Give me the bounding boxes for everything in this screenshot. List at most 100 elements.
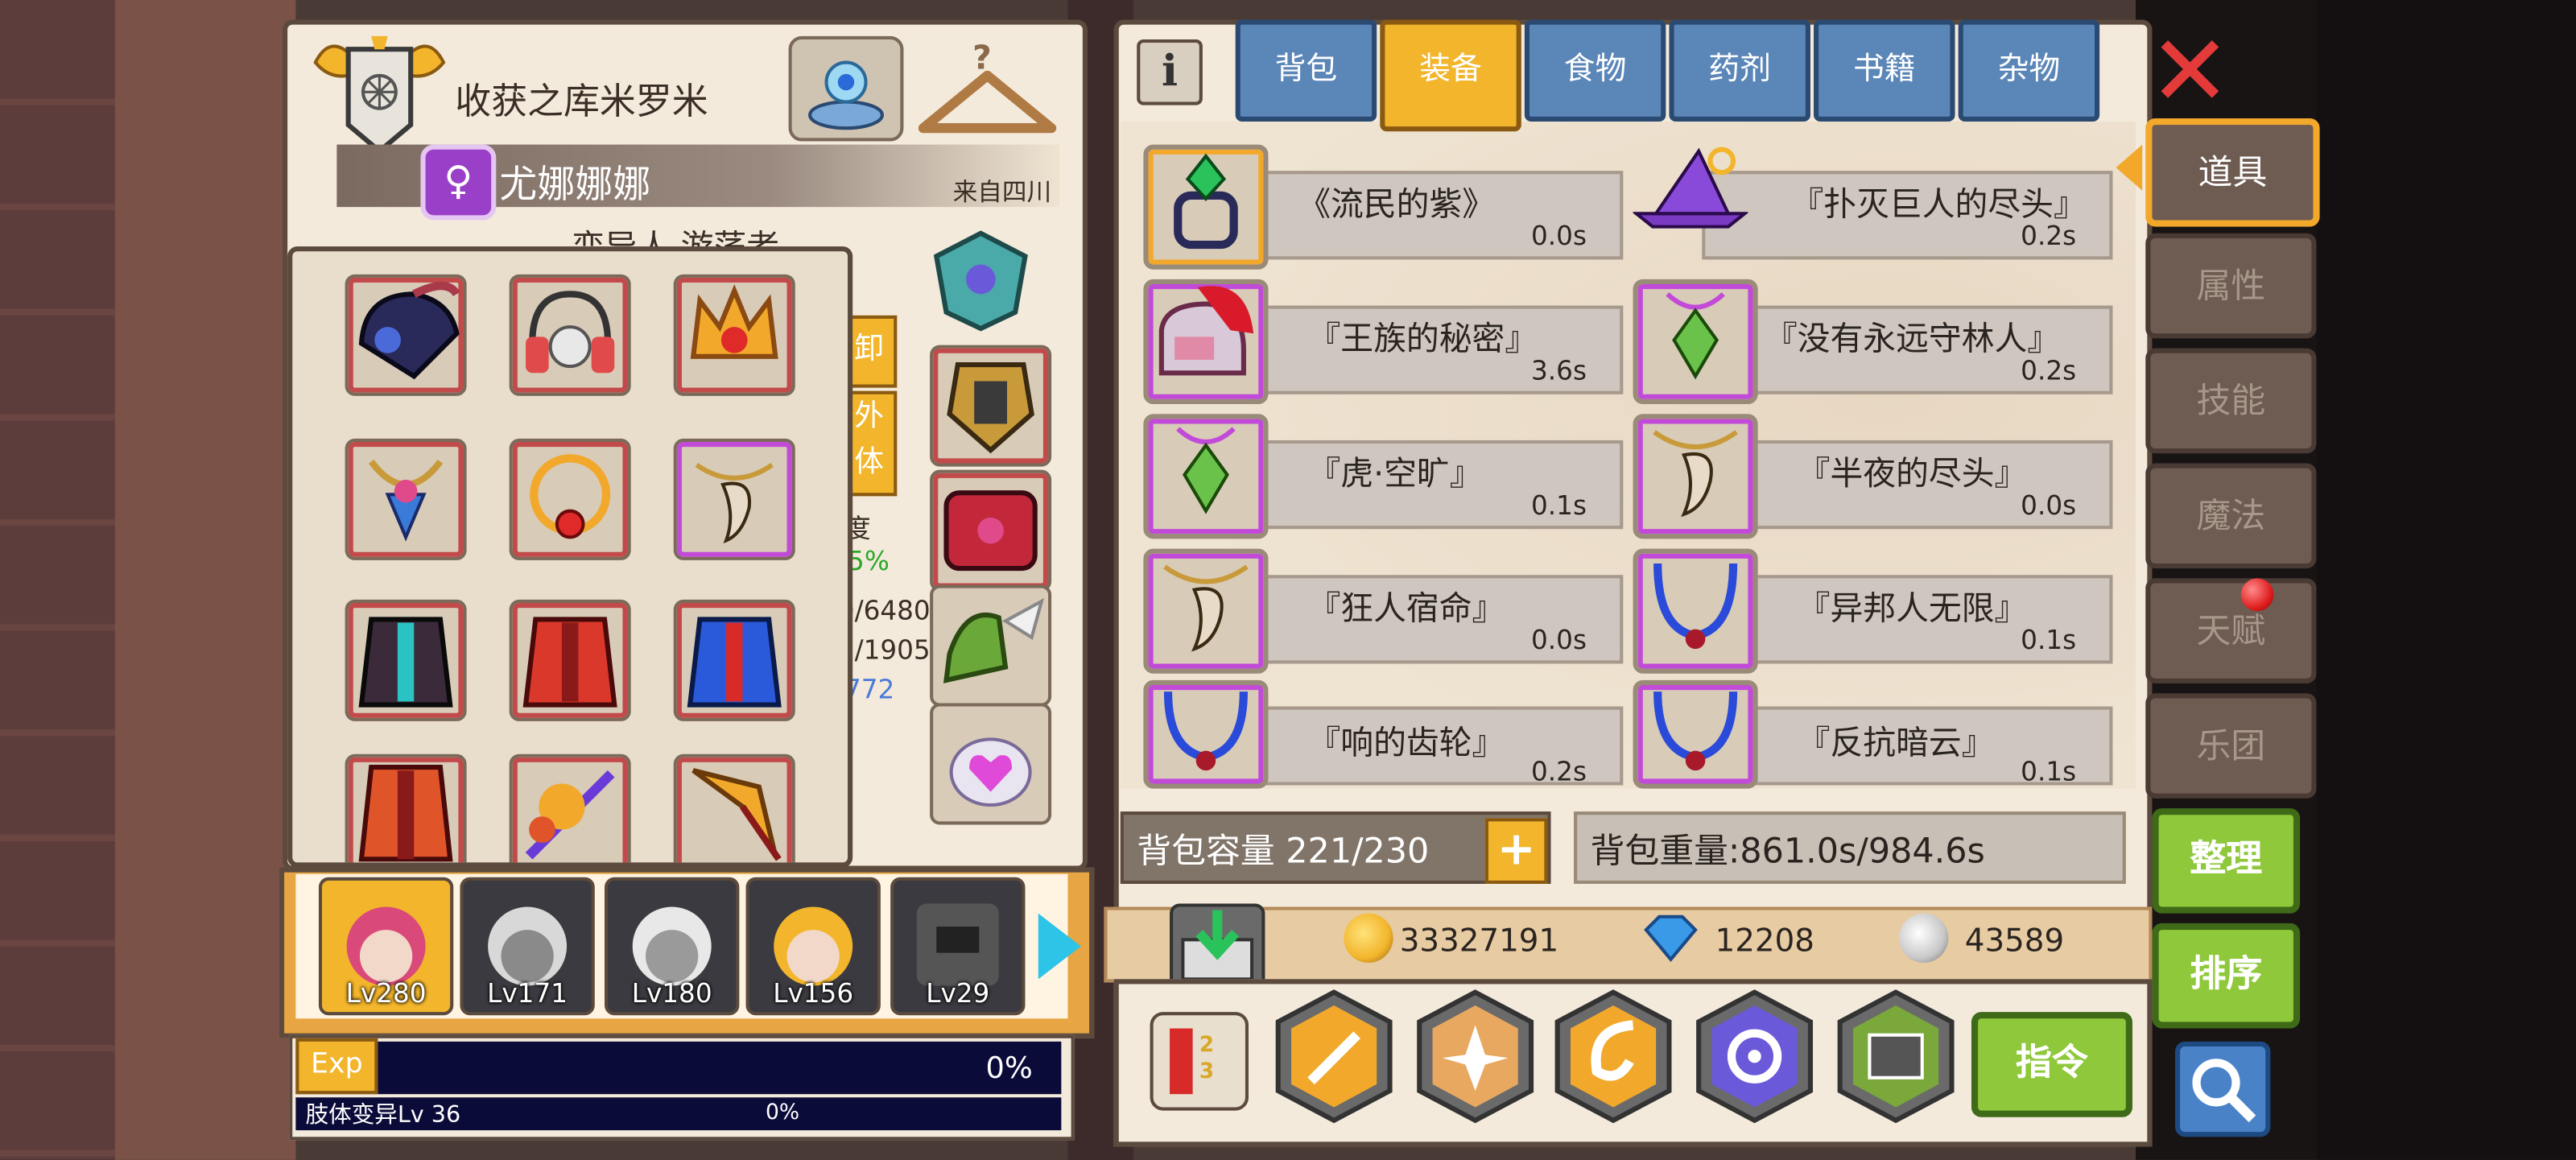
member-level: Lv280	[345, 977, 427, 1009]
item-time: 0.2s	[2021, 220, 2077, 252]
red-cloak-icon	[522, 617, 617, 708]
search-icon[interactable]	[2175, 1041, 2271, 1137]
game-screen: 收获之库米罗米 ? ♀ 尤娜娜娜 来自四川 变异人 游荡者 卸 外 体 度 5%…	[0, 0, 2576, 1160]
heart-bunny-icon	[949, 737, 1032, 807]
gold-armor-icon	[947, 361, 1034, 454]
item-name: 『反抗暗云』	[1797, 722, 1995, 762]
item-time: 0.2s	[2021, 354, 2077, 386]
mutation-label: 肢体变异Lv 36	[305, 1102, 461, 1129]
red-chest-icon	[943, 490, 1038, 572]
item-icon-fang-necklace	[1143, 548, 1269, 674]
side-tab-band[interactable]: 乐团	[2145, 693, 2317, 799]
shield-gem-icon	[933, 230, 1028, 332]
item-time: 0.1s	[2021, 755, 2077, 787]
item-icon-green-gem-ring	[1143, 144, 1269, 270]
item-time: 0.0s	[1531, 624, 1587, 656]
equip-slot-boots[interactable]	[930, 584, 1052, 707]
party-member-2[interactable]: Lv171	[460, 877, 595, 1016]
gold-coin-icon	[1344, 913, 1393, 963]
party-member-5[interactable]: Lv29	[890, 877, 1026, 1016]
item-name: 『狂人宿命』	[1307, 588, 1505, 628]
close-icon[interactable]: ✕	[2145, 23, 2234, 122]
item-name: 『扑灭巨人的尽头』	[1790, 184, 2087, 224]
sword-skill-icon[interactable]	[1272, 989, 1397, 1124]
blue-necklace-icon	[1653, 691, 1738, 771]
svg-text:2: 2	[1199, 1032, 1214, 1057]
item-icon-blue-necklace	[1633, 679, 1758, 789]
number-123-icon: 2 3	[1170, 1028, 1214, 1095]
equip-slot-staff[interactable]	[509, 753, 631, 863]
command-button[interactable]: 指令	[1971, 1012, 2132, 1117]
item-icon-wizard-hat	[1631, 145, 1750, 260]
item-time: 0.0s	[2021, 489, 2077, 521]
blue-cloak-icon	[687, 617, 782, 708]
party-member-3[interactable]: Lv180	[605, 877, 740, 1016]
side-tab-items[interactable]: 道具	[2145, 118, 2320, 227]
guild-name: 收获之库米罗米	[455, 80, 708, 122]
item-name: 『半夜的尽头』	[1797, 453, 2028, 493]
side-tab-skills[interactable]: 技能	[2145, 348, 2317, 454]
item-time: 0.2s	[1531, 755, 1587, 787]
item-icon-green-gem-amulet	[1633, 279, 1758, 405]
tab-food[interactable]: 食物	[1524, 19, 1666, 122]
diamond-icon	[1643, 914, 1699, 963]
equip-slot-crown[interactable]	[673, 274, 795, 396]
hook-skill-icon[interactable]	[1551, 989, 1676, 1124]
sort-button[interactable]: 排序	[2152, 923, 2301, 1029]
chest-skill-icon[interactable]	[1834, 989, 1959, 1124]
equip-slot-robe[interactable]	[345, 753, 467, 863]
party-member-4[interactable]: Lv156	[745, 877, 881, 1016]
quick-slot-number-button[interactable]: 2 3	[1150, 1012, 1249, 1111]
diamond-amount: 12208	[1715, 923, 1814, 960]
expand-capacity-button[interactable]: +	[1484, 818, 1548, 884]
tab-potion[interactable]: 药剂	[1669, 19, 1810, 122]
equip-slot-necklace-1[interactable]	[345, 438, 467, 560]
equip-slot-armor-gold[interactable]	[930, 345, 1052, 467]
shuriken-skill-icon[interactable]	[1413, 989, 1538, 1124]
deposit-button[interactable]	[1170, 903, 1265, 989]
equip-slot-helmet[interactable]	[345, 274, 467, 396]
equip-slot-cloak-red[interactable]	[509, 599, 631, 721]
gear-skill-icon[interactable]	[1692, 989, 1817, 1124]
hanger-icon[interactable]: ?	[914, 36, 1062, 142]
active-tab-pointer-icon	[2116, 144, 2143, 191]
side-tab-talent[interactable]: 天赋	[2145, 578, 2317, 683]
equip-slot-headphones[interactable]	[509, 274, 631, 396]
tab-misc[interactable]: 杂物	[1958, 19, 2100, 122]
flame-staff-icon	[525, 770, 615, 860]
side-tab-magic[interactable]: 魔法	[2145, 463, 2317, 569]
item-time: 0.0s	[1531, 220, 1587, 252]
svg-text:3: 3	[1199, 1059, 1214, 1084]
gem-slot[interactable]	[930, 230, 1032, 332]
item-icon-fang-necklace	[1633, 414, 1758, 539]
headphones-icon	[526, 291, 615, 374]
equip-slot-spear[interactable]	[673, 753, 795, 863]
member-level: Lv180	[631, 977, 712, 1009]
equip-slot-cloak-blue[interactable]	[673, 599, 795, 721]
party-member-1[interactable]: Lv280	[318, 877, 454, 1016]
item-name: 『响的齿轮』	[1307, 722, 1505, 762]
green-gem-amulet-icon	[1176, 427, 1236, 514]
organize-button[interactable]: 整理	[2152, 808, 2301, 914]
item-name: 《流民的紫》	[1298, 184, 1496, 224]
info-icon[interactable]: i	[1137, 39, 1203, 105]
gold-amount: 33327191	[1399, 923, 1559, 960]
equip-slot-cloak-dark[interactable]	[345, 599, 467, 721]
tab-backpack[interactable]: 背包	[1235, 19, 1377, 122]
tab-equipment[interactable]: 装备	[1380, 19, 1521, 132]
silver-amount: 43589	[1964, 923, 2065, 960]
item-name: 『异邦人无限』	[1797, 588, 2028, 628]
equip-slot-pet[interactable]	[930, 703, 1052, 825]
party-next-arrow-icon[interactable]	[1038, 913, 1081, 980]
equip-slot-necklace-2[interactable]	[509, 438, 631, 560]
ring-slot-button[interactable]	[788, 35, 904, 142]
blue-necklace-icon	[1163, 691, 1248, 771]
exp-percent: 0%	[985, 1051, 1033, 1086]
download-arrow-icon	[1181, 910, 1254, 981]
equip-slot-chest-red[interactable]	[930, 469, 1052, 592]
equip-slot-fang[interactable]	[673, 438, 795, 560]
side-tab-attributes[interactable]: 属性	[2145, 233, 2317, 339]
tab-books[interactable]: 书籍	[1814, 19, 1955, 122]
item-time: 3.6s	[1531, 354, 1587, 386]
item-icon-blue-necklace	[1633, 548, 1758, 674]
